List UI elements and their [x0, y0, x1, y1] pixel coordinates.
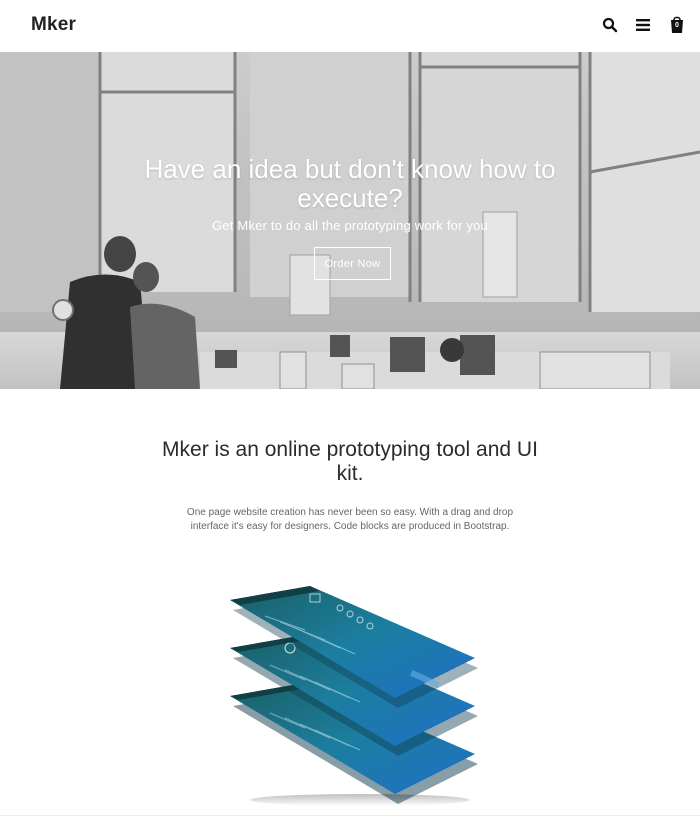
stacked-screens-mockup: [210, 568, 490, 808]
menu-button[interactable]: [632, 14, 654, 36]
section-divider: [0, 815, 700, 816]
search-button[interactable]: [599, 14, 621, 36]
site-header: Mker 0: [0, 0, 700, 52]
intro-title: Mker is an online prototyping tool and U…: [162, 438, 538, 485]
search-icon: [602, 17, 618, 33]
hero-title: Have an idea but don't know how to execu…: [144, 154, 556, 213]
hero-section: Have an idea but don't know how to execu…: [0, 52, 700, 389]
cart-button[interactable]: 0: [666, 14, 688, 36]
hero-subtitle: Get Mker to do all the prototyping work …: [211, 218, 489, 233]
mockup-illustration: [230, 586, 478, 806]
menu-icon: [636, 19, 650, 31]
cart-count-badge: 0: [675, 22, 679, 29]
intro-text: One page website creation has never been…: [186, 507, 514, 532]
order-now-button[interactable]: Order Now: [314, 247, 391, 280]
site-logo[interactable]: Mker: [31, 14, 76, 36]
